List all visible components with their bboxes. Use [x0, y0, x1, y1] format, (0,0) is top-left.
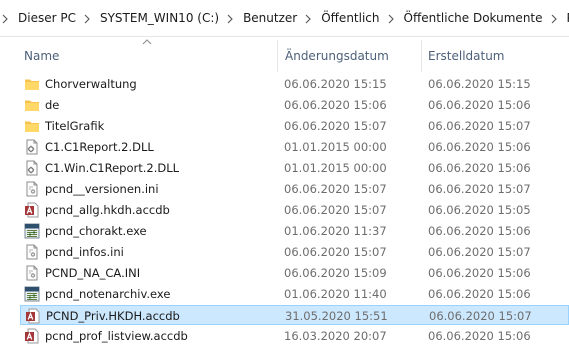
file-row[interactable]: pcnd_notenarchiv.exe 01.06.2020 11:40 06.0…: [20, 284, 569, 304]
chevron-right-icon[interactable]: [225, 13, 235, 24]
file-created-date: 06.06.2020 15:06: [428, 287, 531, 301]
breadcrumb-item[interactable]: Öffentlich: [297, 0, 380, 36]
file-modified-date: 06.06.2020 15:07: [284, 203, 387, 217]
file-modified-date: 01.01.2015 00:00: [284, 140, 387, 154]
file-created-date: 06.06.2020 15:06: [428, 329, 531, 343]
file-name: pcnd_allg.hkdh.accdb: [45, 203, 170, 217]
ini-file-icon: [24, 265, 40, 281]
breadcrumb-item[interactable]: Benutzer: [219, 0, 297, 36]
chevron-right-icon[interactable]: [0, 13, 10, 24]
file-row[interactable]: TitelGrafik 06.06.2020 15:07 06.06.2020 15…: [20, 116, 569, 136]
column-header-row: Name Änderungsdatum Erstelldatum: [0, 38, 569, 74]
ini-file-icon: [24, 244, 40, 260]
file-created-date: 06.06.2020 15:06: [428, 224, 531, 238]
file-name: pcnd_prof_listview.accdb: [45, 329, 188, 343]
file-name: Chorverwaltung: [45, 77, 137, 91]
file-name: TitelGrafik: [45, 119, 105, 133]
file-name: pcnd_infos.ini: [45, 245, 124, 259]
file-name: pcnd__versionen.ini: [45, 182, 159, 196]
access-database-icon: [24, 202, 40, 218]
file-row[interactable]: C1.C1Report.2.DLL 01.01.2015 00:00 06.06.2…: [20, 137, 569, 157]
file-created-date: 06.06.2020 15:07: [429, 309, 532, 323]
breadcrumb-label[interactable]: Öffentliche Dokumente: [404, 11, 543, 25]
file-created-date: 06.06.2020 15:15: [428, 77, 531, 91]
file-created-date: 06.06.2020 15:05: [428, 203, 531, 217]
access-database-icon: [25, 308, 41, 324]
file-row-selected[interactable]: PCND_Priv.HKDH.accdb 31.05.2020 15:51 06.0…: [20, 305, 569, 325]
file-row[interactable]: pcnd_prof_listview.accdb 16.03.2020 20:07…: [20, 326, 569, 346]
breadcrumb-item[interactable]: SYSTEM_WIN10 (C:): [76, 0, 219, 36]
chevron-right-icon[interactable]: [549, 13, 559, 24]
file-created-date: 06.06.2020 15:06: [428, 161, 531, 175]
chevron-right-icon[interactable]: [303, 13, 313, 24]
column-divider[interactable]: [277, 40, 278, 72]
file-row[interactable]: de 06.06.2020 15:06 06.06.2020 15:06: [20, 95, 569, 115]
breadcrumb-label[interactable]: Dieser PC: [18, 11, 76, 25]
access-database-icon: [24, 328, 40, 344]
breadcrumb: Dieser PC SYSTEM_WIN10 (C:) Benutzer Öffent…: [0, 0, 569, 37]
breadcrumb-item[interactable]: Dieser PC: [0, 0, 76, 36]
file-row[interactable]: C1.Win.C1Report.2.DLL 01.01.2015 00:00 06.…: [20, 158, 569, 178]
column-header-name[interactable]: Name: [24, 38, 59, 74]
file-name: PCND_Priv.HKDH.accdb: [46, 309, 180, 323]
pcnd-exe-icon: [24, 223, 40, 239]
dll-file-icon: [24, 139, 40, 155]
file-created-date: 06.06.2020 15:06: [428, 266, 531, 280]
file-modified-date: 06.06.2020 15:07: [284, 245, 387, 259]
file-name: pcnd_notenarchiv.exe: [45, 287, 171, 301]
column-header-modified[interactable]: Änderungsdatum: [285, 38, 389, 74]
file-modified-date: 06.06.2020 15:07: [284, 182, 387, 196]
breadcrumb-label[interactable]: SYSTEM_WIN10 (C:): [100, 11, 219, 25]
file-row[interactable]: PCND_NA_CA.INI 06.06.2020 15:09 06.06.2020…: [20, 263, 569, 283]
file-created-date: 06.06.2020 15:07: [428, 119, 531, 133]
file-created-date: 06.06.2020 15:07: [428, 245, 531, 259]
file-name: PCND_NA_CA.INI: [45, 266, 141, 280]
breadcrumb-label[interactable]: Öffentlich: [321, 11, 379, 25]
file-row[interactable]: pcnd_allg.hkdh.accdb 06.06.2020 15:07 06.0…: [20, 200, 569, 220]
folder-icon: [24, 97, 40, 113]
column-header-created[interactable]: Erstelldatum: [428, 38, 505, 74]
file-modified-date: 06.06.2020 15:07: [284, 119, 387, 133]
breadcrumb-item[interactable]: Öffentliche Dokumente: [380, 0, 543, 36]
breadcrumb-item[interactable]: PCND: [543, 0, 569, 36]
file-name: de: [45, 98, 60, 112]
file-row[interactable]: pcnd_chorakt.exe 01.06.2020 11:37 06.06.20…: [20, 221, 569, 241]
file-name: C1.Win.C1Report.2.DLL: [45, 161, 180, 175]
file-created-date: 06.06.2020 15:06: [428, 98, 531, 112]
file-created-date: 06.06.2020 15:07: [428, 182, 531, 196]
file-row[interactable]: Chorverwaltung 06.06.2020 15:15 06.06.2020…: [20, 74, 569, 94]
file-row[interactable]: pcnd_infos.ini 06.06.2020 15:07 06.06.2020…: [20, 242, 569, 262]
file-modified-date: 06.06.2020 15:06: [284, 98, 387, 112]
chevron-right-icon[interactable]: [82, 13, 92, 24]
file-modified-date: 01.01.2015 00:00: [284, 161, 387, 175]
breadcrumb-label[interactable]: Benutzer: [243, 11, 297, 25]
file-modified-date: 01.06.2020 11:40: [284, 287, 387, 301]
file-modified-date: 31.05.2020 15:51: [285, 309, 388, 323]
ini-file-icon: [24, 181, 40, 197]
folder-icon: [24, 118, 40, 134]
pcnd-exe-icon: [24, 286, 40, 302]
file-name: C1.C1Report.2.DLL: [45, 140, 154, 154]
file-modified-date: 01.06.2020 11:37: [284, 224, 387, 238]
file-modified-date: 16.03.2020 20:07: [284, 329, 387, 343]
chevron-right-icon[interactable]: [386, 13, 396, 24]
dll-file-icon: [24, 160, 40, 176]
file-modified-date: 06.06.2020 15:09: [284, 266, 387, 280]
file-name: pcnd_chorakt.exe: [45, 224, 147, 238]
folder-icon: [24, 76, 40, 92]
file-created-date: 06.06.2020 15:06: [428, 140, 531, 154]
sort-ascending-icon: [142, 39, 152, 45]
file-row[interactable]: pcnd__versionen.ini 06.06.2020 15:07 06.06…: [20, 179, 569, 199]
file-modified-date: 06.06.2020 15:15: [284, 77, 387, 91]
column-divider[interactable]: [421, 40, 422, 72]
